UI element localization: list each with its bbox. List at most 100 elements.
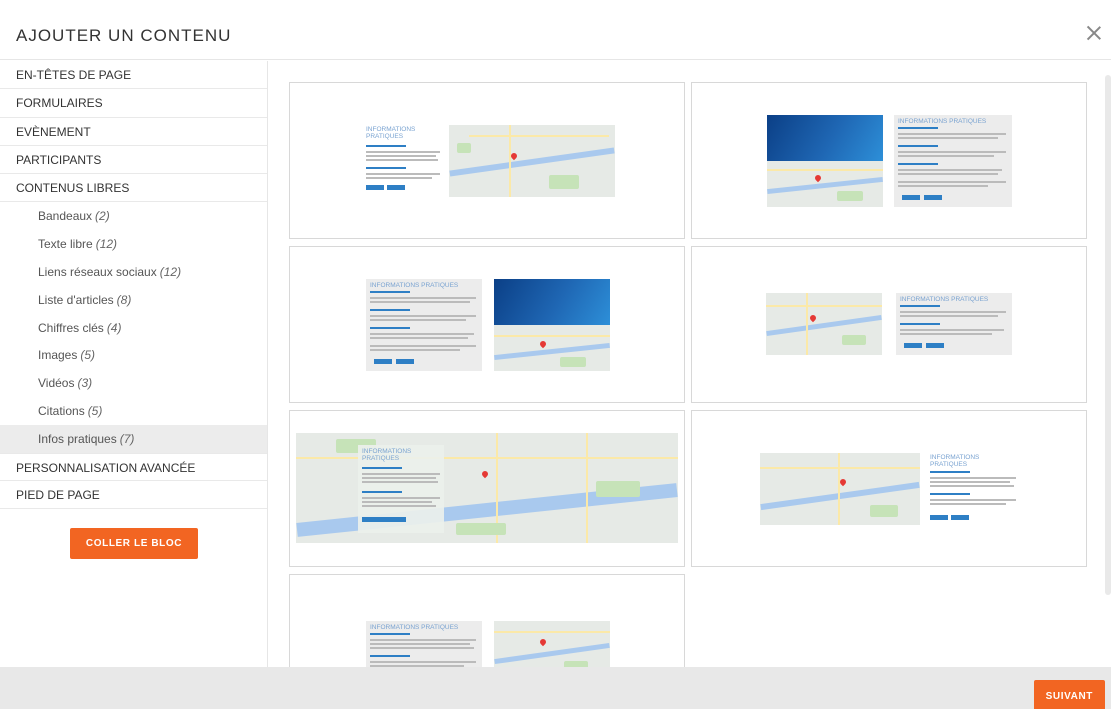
sidebar-subitem-article-list[interactable]: Liste d'articles (8)	[0, 286, 267, 314]
preview-text-line	[362, 481, 438, 483]
paste-wrap: COLLER LE BLOC	[0, 509, 268, 560]
preview-subheading	[370, 327, 410, 329]
sidebar-subitem-images[interactable]: Images (5)	[0, 341, 267, 369]
preview-text-line	[900, 311, 1006, 313]
sidebar-item-page-footer[interactable]: PIED DE PAGE	[0, 481, 267, 510]
sidebar-subitem-social-links[interactable]: Liens réseaux sociaux (12)	[0, 258, 267, 286]
preview-button	[926, 343, 944, 348]
preview-subheading	[900, 305, 940, 307]
sidebar-subitem-quotes[interactable]: Citations (5)	[0, 397, 267, 425]
preview-text-line	[930, 477, 1016, 479]
preview-text-line	[900, 329, 1004, 331]
preview-text-line	[898, 137, 998, 139]
subitem-count: (5)	[80, 348, 96, 363]
map-pin-icon	[808, 313, 818, 323]
preview-text-line	[370, 349, 460, 351]
preview-text-line	[370, 639, 476, 641]
map-park	[870, 505, 898, 517]
map-road	[760, 467, 920, 469]
map-park	[560, 357, 586, 367]
sidebar-subitem-free-text[interactable]: Texte libre (12)	[0, 230, 267, 258]
map-preview	[766, 293, 882, 355]
next-button[interactable]: SUIVANT	[1033, 680, 1105, 709]
sidebar-subitem-videos[interactable]: Vidéos (3)	[0, 369, 267, 397]
preview-text-line	[362, 473, 440, 475]
preview-button	[951, 515, 969, 520]
sidebar-item-participants[interactable]: PARTICIPANTS	[0, 146, 267, 175]
preview-text-line	[930, 485, 1014, 487]
template-card[interactable]: INFORMATIONS PRATIQUES	[691, 82, 1087, 239]
text-panel: INFORMATIONS PRATIQUES	[896, 293, 1012, 355]
map-preview	[767, 161, 883, 207]
sidebar-item-free-content[interactable]: CONTENUS LIBRES	[0, 174, 267, 203]
preview-text-line	[370, 297, 476, 299]
preview-text-line	[370, 643, 470, 645]
close-icon[interactable]	[1083, 22, 1105, 44]
template-card[interactable]: INFORMATIONS PRATIQUES	[289, 82, 685, 239]
map-road	[766, 305, 882, 307]
map-pin-icon	[813, 173, 823, 183]
template-card[interactable]: INFORMATIONS PRATIQUES	[691, 246, 1087, 403]
sidebar-subitem-banners[interactable]: Bandeaux (2)	[0, 202, 267, 230]
map-road	[494, 631, 610, 633]
subitem-count: (8)	[116, 292, 132, 307]
subitem-count: (12)	[159, 265, 182, 280]
map-preview	[296, 433, 678, 543]
subitem-count: (2)	[95, 209, 110, 224]
preview-text-line	[370, 661, 476, 663]
preview-text-line	[898, 185, 988, 187]
add-content-dialog: AJOUTER UN CONTENU EN-TÊTES DE PAGE FORM…	[0, 0, 1111, 709]
preview-heading-line: PRATIQUES	[366, 133, 404, 140]
subitem-count: (5)	[87, 404, 103, 419]
preview-text-line	[366, 151, 440, 153]
preview-text-line	[898, 169, 1002, 171]
preview-heading: INFORMATIONS PRATIQUES	[366, 126, 415, 140]
template-card[interactable]: INFORMATIONS PRATIQUES	[289, 410, 685, 567]
preview-text-line	[898, 155, 994, 157]
sidebar-subitem-key-figures[interactable]: Chiffres clés (4)	[0, 314, 267, 342]
template-card[interactable]: INFORMATIONS PRATIQUES	[289, 574, 685, 667]
preview-text-line	[370, 333, 474, 335]
preview-text-line	[370, 337, 468, 339]
category-sidebar: EN-TÊTES DE PAGE FORMULAIRES EVÈNEMENT P…	[0, 61, 268, 667]
subitem-label: Bandeaux	[38, 209, 93, 224]
preview-text-line	[370, 647, 474, 649]
sidebar-subitem-practical-info[interactable]: Infos pratiques (7)	[0, 424, 267, 453]
gallery-scrollbar[interactable]	[1105, 75, 1111, 595]
preview-heading: INFORMATIONS PRATIQUES	[900, 296, 989, 303]
preview-text-line	[366, 177, 432, 179]
map-preview	[494, 621, 610, 667]
subitem-count: (4)	[106, 320, 122, 335]
text-panel: INFORMATIONS PRATIQUES	[366, 621, 482, 667]
map-preview	[494, 325, 610, 371]
sidebar-item-forms[interactable]: FORMULAIRES	[0, 89, 267, 118]
template-card[interactable]: INFORMATIONS PRATIQUES	[289, 246, 685, 403]
map-road	[806, 293, 808, 355]
preview-subheading	[898, 127, 938, 129]
preview-text-line	[370, 319, 466, 321]
template-card[interactable]: INFORMATIONS PRATIQUES	[691, 410, 1087, 567]
preview-subheading	[930, 493, 970, 495]
map-road	[296, 457, 678, 459]
preview-heading: INFORMATIONS PRATIQUES	[930, 454, 979, 468]
preview-subheading	[898, 145, 938, 147]
map-road	[509, 125, 511, 197]
sidebar-item-event[interactable]: EVÈNEMENT	[0, 118, 267, 146]
preview-text-line	[898, 181, 1006, 183]
preview-subheading	[362, 467, 402, 469]
subitem-label: Texte libre	[38, 237, 93, 252]
preview-button	[366, 185, 384, 190]
sidebar-item-advanced-customization[interactable]: PERSONNALISATION AVANCÉE	[0, 452, 267, 481]
paste-block-button[interactable]: COLLER LE BLOC	[69, 528, 199, 560]
sidebar-item-page-headers[interactable]: EN-TÊTES DE PAGE	[0, 61, 267, 90]
map-preview	[760, 453, 920, 525]
text-panel: INFORMATIONS PRATIQUES	[362, 123, 448, 193]
preview-text-line	[366, 155, 436, 157]
map-river	[766, 314, 882, 337]
preview-text-line	[898, 133, 1006, 135]
preview-text-line	[900, 333, 992, 335]
preview-button	[930, 515, 948, 520]
preview-subheading	[898, 163, 938, 165]
preview-text-line	[366, 173, 440, 175]
preview-button	[904, 343, 922, 348]
